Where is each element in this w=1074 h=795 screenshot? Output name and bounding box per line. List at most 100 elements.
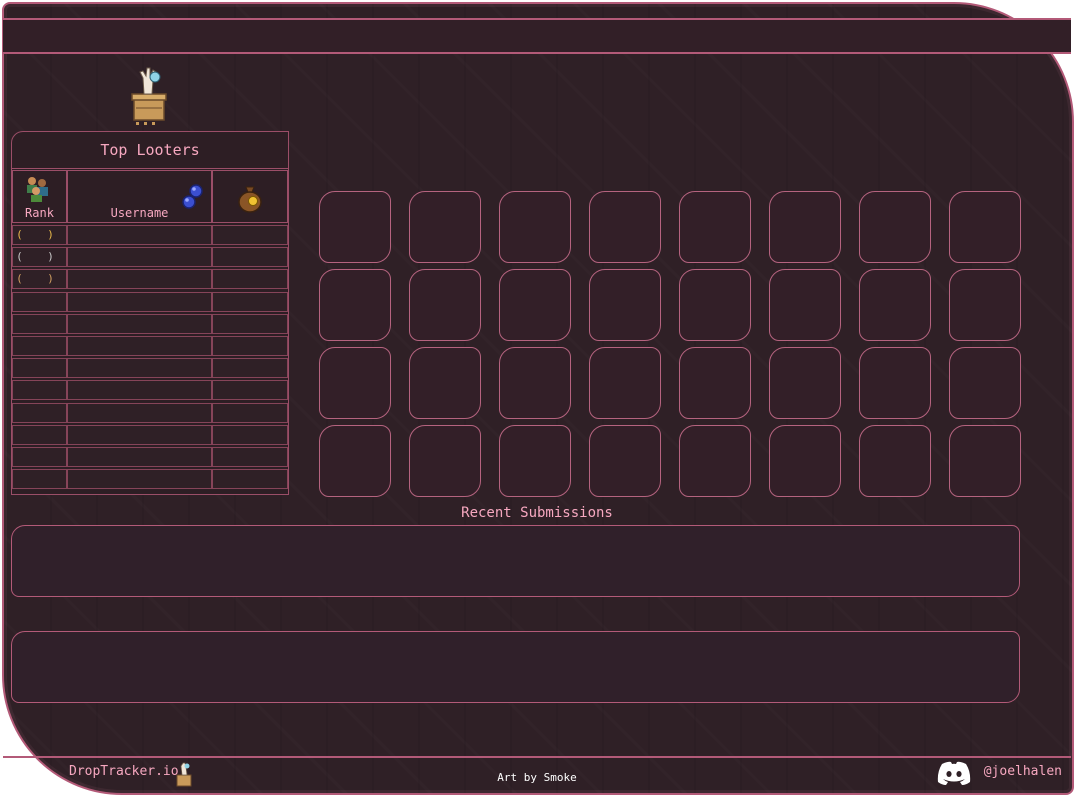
item-slot[interactable] bbox=[859, 191, 931, 263]
table-row[interactable] bbox=[12, 469, 288, 490]
item-slot[interactable] bbox=[499, 191, 571, 263]
value-cell bbox=[212, 447, 288, 467]
table-row[interactable] bbox=[12, 291, 288, 312]
item-slot[interactable] bbox=[859, 269, 931, 341]
item-slot[interactable] bbox=[319, 425, 391, 497]
value-cell bbox=[212, 336, 288, 356]
table-row[interactable]: ( ) bbox=[12, 269, 288, 290]
money-bag-icon bbox=[238, 186, 262, 213]
item-slot[interactable] bbox=[949, 347, 1021, 419]
item-slot[interactable] bbox=[949, 425, 1021, 497]
rank-cell bbox=[12, 358, 67, 379]
rank-cell: ( ) bbox=[12, 225, 67, 245]
rank-cell bbox=[12, 447, 67, 467]
item-slot[interactable] bbox=[769, 191, 841, 263]
item-slot[interactable] bbox=[949, 269, 1021, 341]
username-header[interactable]: Username bbox=[67, 170, 212, 223]
recent-submissions-panel bbox=[11, 525, 1020, 597]
rank-cell bbox=[12, 336, 67, 356]
item-slot[interactable] bbox=[499, 425, 571, 497]
rank-cell bbox=[12, 291, 67, 312]
table-title: Top Looters bbox=[12, 132, 288, 169]
value-cell bbox=[212, 225, 288, 245]
value-cell bbox=[212, 291, 288, 312]
item-slot[interactable] bbox=[499, 269, 571, 341]
value-cell bbox=[212, 358, 288, 379]
item-slot[interactable] bbox=[409, 269, 481, 341]
username-cell bbox=[67, 291, 212, 312]
table-row[interactable]: ( ) bbox=[12, 225, 288, 245]
item-slot[interactable] bbox=[589, 425, 661, 497]
footer-divider bbox=[3, 756, 1071, 758]
rank-cell bbox=[12, 380, 67, 401]
item-slot[interactable] bbox=[679, 191, 751, 263]
table-row[interactable] bbox=[12, 358, 288, 379]
top-bar bbox=[3, 18, 1071, 54]
item-slot[interactable] bbox=[319, 347, 391, 419]
item-slot[interactable] bbox=[499, 347, 571, 419]
value-cell bbox=[212, 247, 288, 268]
username-label: Username bbox=[110, 206, 169, 220]
rank-cell bbox=[12, 402, 67, 423]
item-slot[interactable] bbox=[589, 269, 661, 341]
top-looters-table: Top Looters Rank Username ( ) ( ) ( ) bbox=[11, 131, 289, 495]
value-cell bbox=[212, 313, 288, 334]
table-row[interactable] bbox=[12, 447, 288, 467]
rank-value: ( ) bbox=[16, 250, 63, 264]
table-row[interactable] bbox=[12, 424, 288, 445]
table-row[interactable] bbox=[12, 336, 288, 356]
table-row[interactable] bbox=[12, 380, 288, 401]
username-cell bbox=[67, 358, 212, 379]
droptracker-logo-icon bbox=[131, 67, 167, 125]
value-cell bbox=[212, 380, 288, 401]
value-header[interactable] bbox=[212, 170, 288, 223]
discord-handle[interactable]: @joelhalen bbox=[984, 764, 1062, 779]
value-cell bbox=[212, 269, 288, 290]
item-slot[interactable] bbox=[319, 269, 391, 341]
table-row[interactable] bbox=[12, 313, 288, 334]
username-cell bbox=[67, 269, 212, 290]
username-cell bbox=[67, 469, 212, 490]
item-slot[interactable] bbox=[769, 425, 841, 497]
username-cell bbox=[67, 225, 212, 245]
item-slot[interactable] bbox=[589, 191, 661, 263]
item-slot[interactable] bbox=[769, 269, 841, 341]
item-slot[interactable] bbox=[859, 425, 931, 497]
username-cell bbox=[67, 313, 212, 334]
value-cell bbox=[212, 402, 288, 423]
item-slot[interactable] bbox=[769, 347, 841, 419]
item-slot[interactable] bbox=[409, 347, 481, 419]
rank-cell: ( ) bbox=[12, 269, 67, 290]
players-icon bbox=[27, 177, 48, 202]
item-slot[interactable] bbox=[589, 347, 661, 419]
rank-cell: ( ) bbox=[12, 247, 67, 268]
item-slot[interactable] bbox=[679, 347, 751, 419]
rank-value: ( ) bbox=[16, 272, 63, 286]
item-slot[interactable] bbox=[319, 191, 391, 263]
value-cell bbox=[212, 469, 288, 490]
item-slot[interactable] bbox=[949, 191, 1021, 263]
art-credit: Art by Smoke bbox=[497, 771, 577, 784]
recent-submissions-title: Recent Submissions bbox=[461, 505, 613, 521]
item-slot[interactable] bbox=[409, 191, 481, 263]
rank-cell bbox=[12, 313, 67, 334]
rank-cell bbox=[12, 469, 67, 490]
username-cell bbox=[67, 336, 212, 356]
rank-label: Rank bbox=[25, 206, 54, 220]
item-slot[interactable] bbox=[859, 347, 931, 419]
rank-value: ( ) bbox=[16, 228, 63, 241]
username-cell bbox=[67, 247, 212, 268]
rank-header[interactable]: Rank bbox=[12, 170, 67, 223]
username-cell bbox=[67, 424, 212, 445]
rank-cell bbox=[12, 424, 67, 445]
lower-panel bbox=[11, 631, 1020, 703]
item-slot[interactable] bbox=[679, 269, 751, 341]
table-row[interactable] bbox=[12, 402, 288, 423]
item-slot[interactable] bbox=[679, 425, 751, 497]
username-cell bbox=[67, 447, 212, 467]
discord-icon[interactable] bbox=[936, 760, 972, 786]
username-cell bbox=[67, 380, 212, 401]
table-row[interactable]: ( ) bbox=[12, 247, 288, 268]
username-cell bbox=[67, 402, 212, 423]
item-slot[interactable] bbox=[409, 425, 481, 497]
